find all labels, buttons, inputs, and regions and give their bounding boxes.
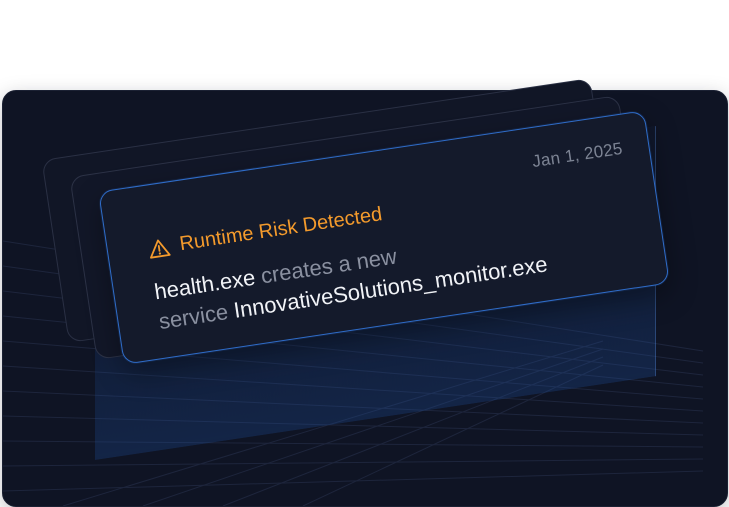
alert-date: Jan 1, 2025 (530, 138, 624, 172)
message-noun: service (157, 299, 230, 335)
alert-illustration: Jan 1, 2025 Runtime Risk Detected health… (0, 0, 729, 507)
warning-triangle-icon (149, 239, 171, 259)
card-stack: Jan 1, 2025 Runtime Risk Detected health… (0, 0, 729, 507)
